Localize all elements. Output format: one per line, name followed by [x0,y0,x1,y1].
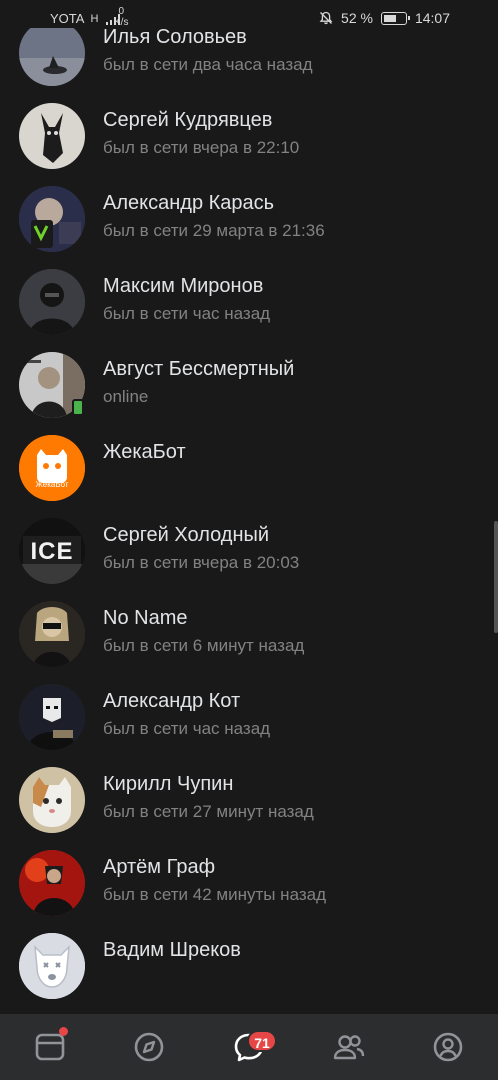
friend-status: был в сети два часа назад [103,55,313,74]
friend-status: был в сети 29 марта в 21:36 [103,221,325,240]
list-item[interactable]: No Name был в сети 6 минут назад [0,592,498,675]
avatar[interactable]: ICE [19,518,85,584]
friend-name: No Name [103,607,188,629]
friend-status: был в сети 42 минуты назад [103,885,327,904]
avatar[interactable] [19,28,85,86]
friend-name: Сергей Кудрявцев [103,109,273,131]
online-indicator-icon [72,399,84,416]
tab-discover[interactable] [119,1017,179,1077]
tab-newsfeed[interactable] [20,1017,80,1077]
speed-unit: K/s [114,17,129,28]
avatar[interactable] [19,767,85,833]
friends-list[interactable]: Илья Соловьев был в сети два часа назад … [0,28,498,1014]
friend-name: Александр Кот [103,690,241,712]
list-item[interactable]: Сергей Кудрявцев был в сети вчера в 22:1… [0,94,498,177]
list-item[interactable]: ICE Сергей Холодный был в сети вчера в 2… [0,509,498,592]
carrier-label: YOTA [50,11,85,26]
avatar[interactable] [19,601,85,667]
list-item[interactable]: Максим Миронов был в сети час назад [0,260,498,343]
network-speed: 0 K/s [114,6,128,28]
speed-value: 0 [118,6,124,17]
list-item[interactable]: Кирилл Чупин был в сети 27 минут назад [0,758,498,841]
scrollbar[interactable] [494,521,498,633]
friend-status: online [103,387,149,406]
status-right: 52 % 14:07 [319,10,450,26]
list-item[interactable]: ЖекаБот ЖекаБот [0,426,498,509]
avatar[interactable] [19,269,85,335]
bottom-tab-bar: 71 [0,1014,498,1080]
friend-name: Август Бессмертный [103,358,295,380]
unread-count-badge: 71 [246,1030,277,1052]
tab-messages[interactable]: 71 [219,1017,279,1077]
avatar[interactable] [19,684,85,750]
friend-status: был в сети вчера в 20:03 [103,553,300,572]
friend-name: Александр Карась [103,192,275,214]
friend-status: был в сети вчера в 22:10 [103,138,300,157]
mute-bell-icon [319,11,333,25]
list-item[interactable]: Август Бессмертный online [0,343,498,426]
avatar[interactable] [19,933,85,999]
list-item[interactable]: Илья Соловьев был в сети два часа назад [0,28,498,94]
list-item[interactable]: Вадим Шреков [0,924,498,1007]
avatar-label: ЖекаБот [35,480,69,489]
friend-name: Сергей Холодный [103,524,270,546]
tab-friends[interactable] [319,1017,379,1077]
avatar[interactable] [19,103,85,169]
clock: 14:07 [414,10,450,26]
friends-icon [333,1035,364,1060]
friend-name: Артём Граф [103,856,216,878]
profile-icon [433,1032,463,1062]
list-item[interactable]: Александр Кот был в сети час назад [0,675,498,758]
avatar[interactable] [19,186,85,252]
friend-name: ЖекаБот [103,441,186,463]
network-type: H [90,12,99,25]
list-item[interactable]: Александр Карась был в сети 29 марта в 2… [0,177,498,260]
battery-icon [380,11,410,25]
tab-profile[interactable] [418,1017,478,1077]
compass-icon [135,1032,164,1062]
status-left: YOTA H [50,11,121,26]
list-item[interactable]: Артём Граф был в сети 42 минуты назад [0,841,498,924]
friend-name: Вадим Шреков [103,939,241,961]
avatar[interactable]: ЖекаБот [19,435,85,501]
friend-status: был в сети час назад [103,304,271,323]
friend-status: был в сети час назад [103,719,271,738]
friend-name: Максим Миронов [103,275,264,297]
battery-percent: 52 % [341,10,373,26]
avatar[interactable] [19,850,85,916]
friend-name: Кирилл Чупин [103,773,234,795]
friend-status: был в сети 6 минут назад [103,636,305,655]
friend-name: Илья Соловьев [103,28,247,48]
notification-dot [58,1027,68,1036]
avatar-label: ICE [30,538,74,565]
friend-status: был в сети 27 минут назад [103,802,314,821]
